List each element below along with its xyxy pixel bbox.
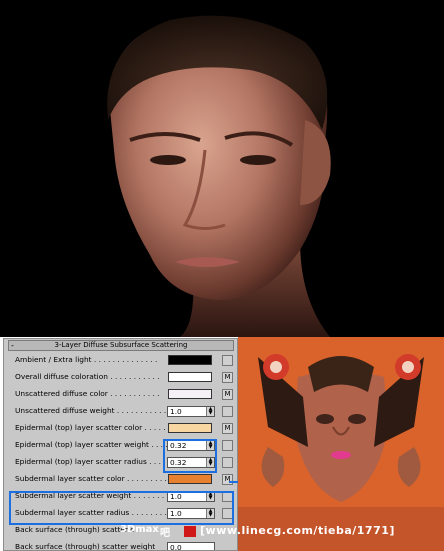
param-row-unscattered-weight: Unscattered diffuse weight . . . . . . .…: [12, 404, 237, 418]
rollout-header[interactable]: - 3-Layer Diffuse Subsurface Scattering: [8, 340, 234, 351]
color-swatch[interactable]: [168, 372, 212, 382]
param-label: Back surface (through) scatter weight: [15, 542, 156, 551]
param-label: Overall diffuse coloration . . . . . . .…: [15, 372, 160, 381]
param-row-epidermal-color: Epidermal (top) layer scatter color . . …: [12, 421, 237, 435]
rollout-title: 3-Layer Diffuse Subsurface Scattering: [54, 341, 188, 349]
watermark-url: [www.linecg.com/tieba/1771]: [200, 524, 395, 537]
watermark-prefix: 3Dmax: [120, 524, 159, 535]
param-label: Ambient / Extra light . . . . . . . . . …: [15, 355, 158, 364]
epidermal-highlight-box: [163, 439, 217, 473]
spinner-value: 1.0: [170, 407, 182, 416]
param-row-ambient: Ambient / Extra light . . . . . . . . . …: [12, 353, 237, 367]
color-swatch[interactable]: [168, 423, 212, 433]
map-button[interactable]: M: [222, 423, 233, 434]
map-button[interactable]: M: [222, 474, 233, 485]
param-label: Epidermal (top) layer scatter weight . .…: [15, 440, 173, 449]
param-row-subdermal-color: Subdermal layer scatter color . . . . . …: [12, 472, 237, 486]
color-swatch[interactable]: [168, 355, 212, 365]
param-label: Unscattered diffuse color . . . . . . . …: [15, 389, 160, 398]
map-button[interactable]: [222, 457, 233, 468]
spinner-value: 0.0: [170, 543, 182, 551]
param-label: Unscattered diffuse weight . . . . . . .…: [15, 406, 167, 415]
param-label: Epidermal (top) layer scatter radius . .…: [15, 457, 171, 466]
head-render-image: [0, 0, 444, 337]
param-label: Epidermal (top) layer scatter color . . …: [15, 423, 171, 432]
param-row-overall-diffuse: Overall diffuse coloration . . . . . . .…: [12, 370, 237, 384]
spinner-input[interactable]: 0.0: [167, 542, 215, 551]
map-button[interactable]: [222, 355, 233, 366]
subdermal-highlight-box: [9, 491, 234, 525]
map-button[interactable]: [222, 440, 233, 451]
spinner-input[interactable]: 1.0 ▲ ▼: [167, 406, 215, 417]
material-rollout-panel: - 3-Layer Diffuse Subsurface Scattering …: [3, 338, 238, 551]
collapse-icon[interactable]: -: [11, 341, 14, 350]
param-label: Subdermal layer scatter color . . . . . …: [15, 474, 167, 483]
watermark-mid: 吧: [160, 528, 170, 539]
spinner-arrows-icon[interactable]: ▲ ▼: [206, 407, 214, 416]
map-button[interactable]: M: [222, 389, 233, 400]
render-viewport: [0, 0, 444, 337]
param-label: Back surface (through) scatter c: [15, 525, 135, 534]
map-button[interactable]: M: [222, 372, 233, 383]
color-swatch[interactable]: [168, 474, 212, 484]
uv-texture-map: [238, 337, 444, 551]
param-row-unscattered-color: Unscattered diffuse color . . . . . . . …: [12, 387, 237, 401]
param-row-back-scatter-weight: Back surface (through) scatter weight 0.…: [12, 540, 237, 551]
watermark-logo-icon: [184, 526, 196, 537]
skin-texture-image: [238, 337, 444, 551]
map-button[interactable]: [222, 406, 233, 417]
color-swatch[interactable]: [168, 389, 212, 399]
